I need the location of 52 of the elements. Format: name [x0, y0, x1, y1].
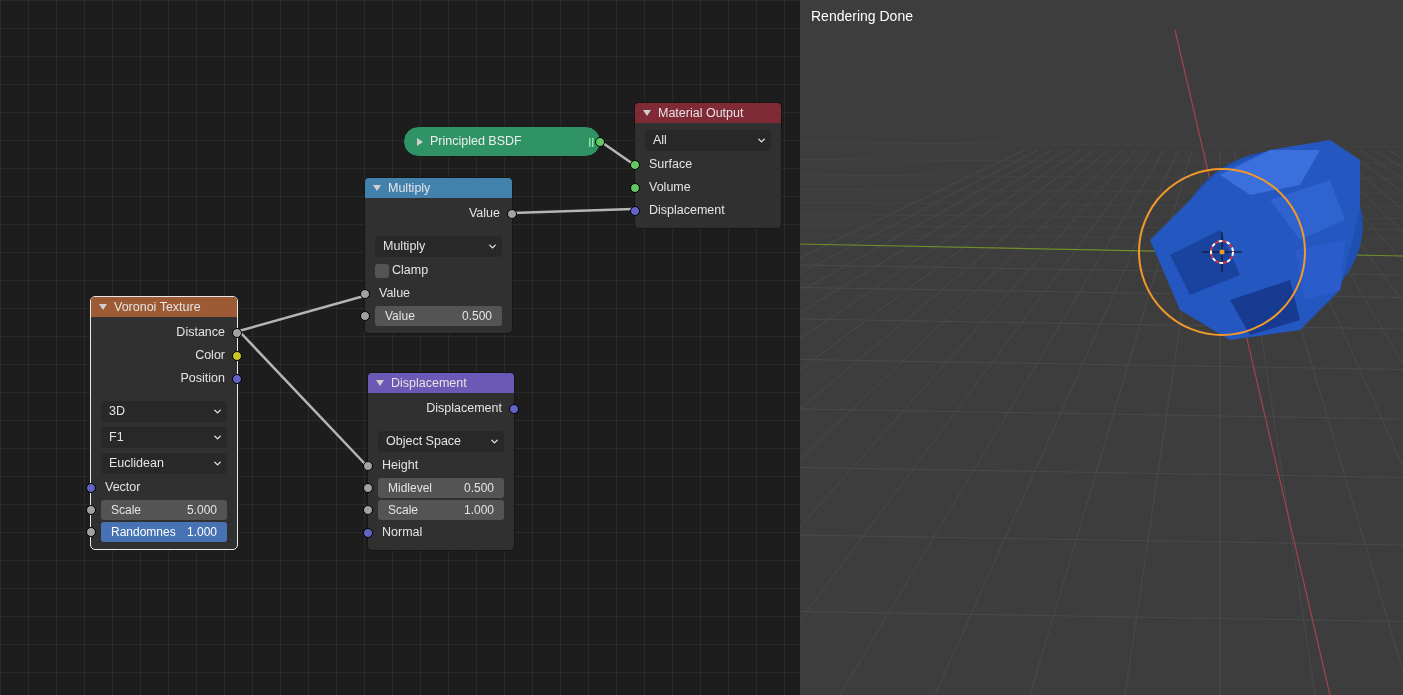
socket-label: Value: [379, 285, 411, 303]
dropdown[interactable]: F1: [101, 426, 227, 448]
dropdown[interactable]: Multiply: [375, 235, 502, 257]
socket-icon[interactable]: [232, 350, 242, 361]
socket-label: Color: [195, 347, 225, 365]
dropdown[interactable]: All: [645, 129, 771, 151]
socket-label: Displacement: [649, 202, 725, 220]
number-field[interactable]: Value 0.500: [375, 306, 502, 326]
node-title: Displacement: [391, 374, 467, 392]
number-field[interactable]: Scale 5.000: [101, 500, 227, 520]
socket-icon[interactable]: [360, 311, 370, 321]
collapse-triangle-icon[interactable]: [643, 109, 651, 117]
dropdown[interactable]: 3D: [101, 400, 227, 422]
node-header[interactable]: Displacement: [368, 373, 514, 393]
socket-label: Height: [382, 457, 419, 475]
number-field[interactable]: Scale 1.000: [378, 500, 504, 520]
socket-label: Normal: [382, 524, 423, 542]
socket-icon[interactable]: [363, 460, 373, 471]
socket-icon[interactable]: [363, 505, 373, 515]
socket-label: Vector: [105, 479, 141, 497]
node-title: Voronoi Texture: [114, 298, 201, 316]
socket-icon[interactable]: [595, 136, 605, 147]
socket-icon[interactable]: [507, 208, 517, 219]
socket-icon[interactable]: [630, 182, 640, 193]
socket-icon[interactable]: [630, 159, 640, 170]
socket-label: Volume: [649, 179, 691, 197]
number-field[interactable]: Randomnes 1.000: [101, 522, 227, 542]
collapse-triangle-icon[interactable]: [376, 379, 384, 387]
socket-icon[interactable]: [86, 505, 96, 515]
collapse-triangle-icon[interactable]: [99, 303, 107, 311]
socket-label: Displacement: [426, 400, 502, 418]
socket-label: Position: [180, 370, 225, 388]
node-title: Material Output: [658, 104, 744, 122]
socket-label: Surface: [649, 156, 693, 174]
socket-icon[interactable]: [363, 483, 373, 493]
socket-label: Value: [468, 205, 500, 223]
socket-icon[interactable]: [360, 288, 370, 299]
node-title: Principled BSDF: [430, 133, 522, 151]
collapse-triangle-icon[interactable]: [373, 184, 381, 192]
checkbox[interactable]: [375, 263, 389, 278]
checkbox-label: Clamp: [392, 262, 429, 280]
node-header[interactable]: Material Output: [635, 103, 781, 123]
socket-icon[interactable]: [86, 527, 96, 537]
socket-label: Distance: [176, 324, 225, 342]
node-title: Multiply: [388, 179, 431, 197]
status-text: Rendering Done: [811, 7, 913, 26]
number-field[interactable]: Midlevel 0.500: [378, 478, 504, 498]
dropdown[interactable]: Euclidean: [101, 452, 227, 474]
dropdown[interactable]: Object Space: [378, 430, 504, 452]
hidden-sockets-icon: [589, 138, 594, 147]
node-header[interactable]: Voronoi Texture: [91, 297, 237, 317]
socket-icon[interactable]: [232, 327, 242, 338]
